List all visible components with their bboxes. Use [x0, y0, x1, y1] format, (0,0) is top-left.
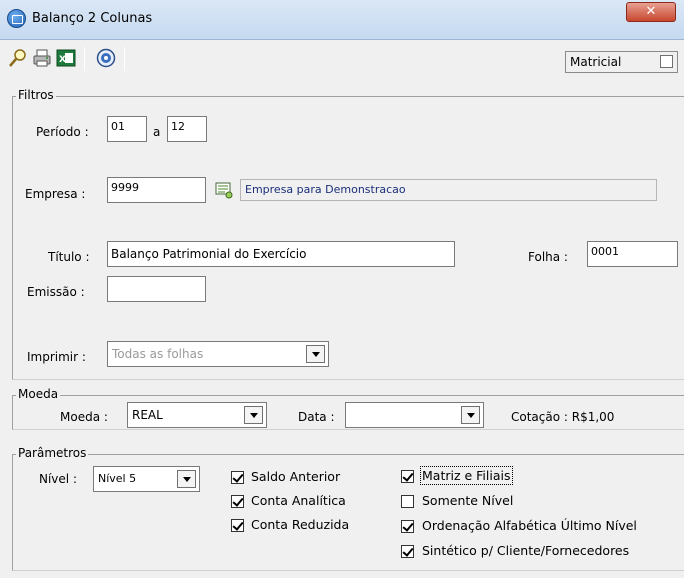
somente-nivel-label: Somente Nível	[422, 493, 514, 508]
chevron-down-icon[interactable]	[461, 406, 480, 424]
matriz-filiais-checkbox[interactable]	[401, 470, 414, 483]
filtros-legend: Filtros	[16, 88, 56, 102]
nivel-label: Nível :	[39, 472, 77, 486]
imprimir-label: Imprimir :	[27, 350, 86, 364]
data-select[interactable]	[345, 402, 484, 428]
moeda-legend: Moeda	[16, 387, 61, 401]
cotacao-label: Cotação : R$1,00	[511, 410, 615, 424]
sintetico-cliente-label: Sintético p/ Cliente/Fornecedores	[422, 543, 630, 558]
conta-reduzida-label: Conta Reduzida	[251, 517, 350, 532]
imprimir-value: Todas as folhas	[112, 347, 204, 361]
nivel-value: Nível 5	[98, 472, 137, 485]
parametros-legend: Parâmetros	[16, 446, 89, 460]
imprimir-select[interactable]: Todas as folhas	[107, 341, 329, 367]
help-icon[interactable]	[96, 48, 116, 68]
conta-analitica-label: Conta Analítica	[251, 493, 346, 508]
matriz-filiais-label: Matriz e Filiais	[420, 466, 513, 485]
periodo-separator: a	[153, 125, 161, 139]
periodo-label: Período :	[36, 125, 89, 139]
empresa-field[interactable]: 9999	[107, 177, 206, 203]
conta-reduzida-checkbox[interactable]	[231, 519, 244, 532]
sintetico-cliente-checkbox[interactable]	[401, 545, 414, 558]
periodo-to-field[interactable]: 12	[167, 116, 207, 142]
titulo-label: Título :	[48, 250, 90, 264]
periodo-from-field[interactable]: 01	[107, 116, 147, 142]
emissao-field[interactable]	[107, 276, 206, 302]
close-button[interactable]: ✕	[626, 2, 676, 22]
saldo-anterior-checkbox[interactable]	[231, 471, 244, 484]
chevron-down-icon[interactable]	[177, 470, 196, 488]
titulo-field[interactable]: Balanço Patrimonial do Exercício	[107, 241, 455, 267]
excel-icon[interactable]: X	[56, 48, 76, 68]
matricial-checkbox[interactable]	[660, 55, 673, 68]
search-icon[interactable]	[8, 48, 28, 68]
matricial-label: Matricial	[570, 55, 622, 69]
moeda-select[interactable]: REAL	[127, 402, 267, 428]
chevron-down-icon[interactable]	[244, 406, 263, 424]
saldo-anterior-label: Saldo Anterior	[251, 469, 341, 484]
moeda-label: Moeda :	[60, 410, 108, 424]
window-title: Balanço 2 Colunas	[32, 11, 153, 26]
empresa-description: Empresa para Demonstracao	[240, 179, 657, 201]
toolbar-separator	[84, 47, 85, 71]
folha-field[interactable]: 0001	[587, 241, 678, 267]
toolbar-separator	[124, 47, 125, 71]
nivel-select[interactable]: Nível 5	[93, 466, 200, 492]
data-label: Data :	[298, 410, 335, 424]
ordenacao-alfabetica-label: Ordenação Alfabética Último Nível	[422, 518, 637, 533]
print-icon[interactable]	[32, 48, 52, 68]
empresa-lookup-icon[interactable]	[214, 180, 234, 200]
svg-text:X: X	[59, 55, 66, 65]
empresa-label: Empresa :	[25, 187, 86, 201]
moeda-value: REAL	[132, 408, 163, 422]
conta-analitica-checkbox[interactable]	[231, 495, 244, 508]
emissao-label: Emissão :	[27, 285, 85, 299]
app-icon	[7, 9, 26, 28]
somente-nivel-checkbox[interactable]	[401, 495, 414, 508]
chevron-down-icon[interactable]	[306, 345, 325, 363]
folha-label: Folha :	[528, 250, 568, 264]
ordenacao-alfabetica-checkbox[interactable]	[401, 520, 414, 533]
